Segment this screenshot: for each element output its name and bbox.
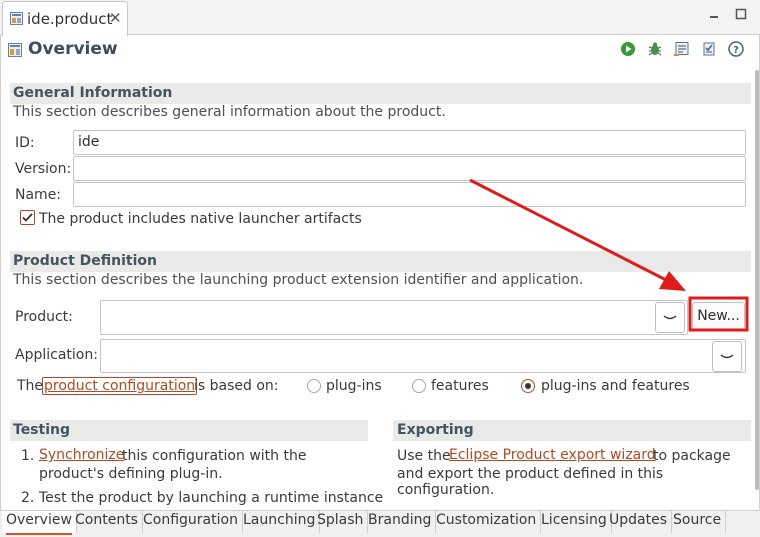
annotation-highlight-box bbox=[688, 296, 749, 332]
annotation-arrow bbox=[469, 178, 673, 285]
annotation-arrowhead bbox=[659, 271, 686, 291]
annotation-overlay bbox=[469, 178, 749, 332]
